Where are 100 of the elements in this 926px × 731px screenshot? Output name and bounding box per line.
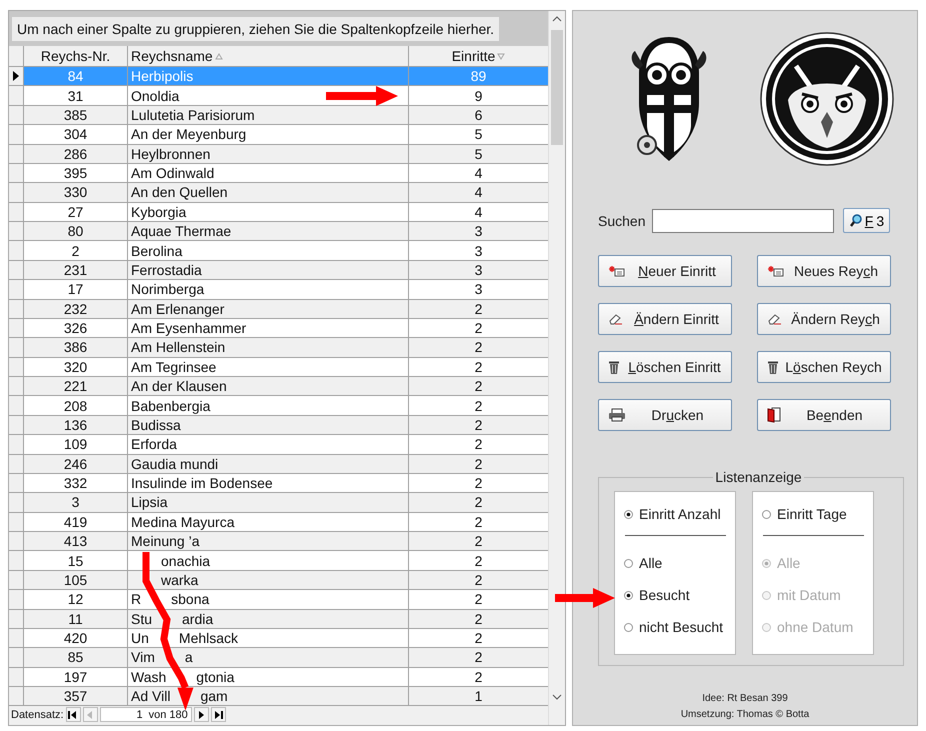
radio-button[interactable]: [624, 558, 633, 568]
record-nav-button[interactable]: [66, 707, 81, 722]
table-cell: 330: [24, 183, 128, 203]
print-button[interactable]: Drucken: [598, 399, 732, 431]
table-cell: 320: [24, 358, 128, 377]
annotation-arrow: [555, 588, 615, 608]
table-cell: 420: [24, 628, 128, 648]
row-selector[interactable]: [9, 67, 24, 86]
table-cell: 386: [24, 338, 128, 358]
table-cell: 11: [24, 610, 128, 629]
table-cell: 109: [24, 435, 128, 454]
table-cell: 304: [24, 125, 128, 144]
table-cell: 136: [24, 416, 128, 436]
table-cell: 2: [409, 318, 548, 338]
table-cell-text: gtonia: [196, 668, 234, 686]
table-cell: 197: [24, 668, 128, 687]
trash-can-icon: [767, 360, 779, 374]
radio-label[interactable]: nicht Besucht: [639, 619, 724, 635]
table-cell: 2: [409, 551, 548, 571]
table-cell: 5: [409, 144, 548, 164]
table-cell: Am Hellenstein: [128, 338, 409, 358]
radio-button[interactable]: [624, 622, 633, 632]
table-cell: 27: [24, 202, 128, 222]
record-nav-button[interactable]: [210, 707, 226, 722]
table-cell-text: onachia: [161, 552, 210, 570]
group-by-hint: Um nach einer Spalte zu gruppieren, ziehen Sie die Spaltenkopfzeile hierher.: [12, 16, 500, 40]
annotation-arrow: [326, 86, 398, 106]
table-cell: Berolina: [128, 241, 409, 261]
table-cell-text: Vim: [131, 648, 155, 666]
table-cell: Norimberga: [128, 280, 409, 300]
new-button[interactable]: Neues Reych: [757, 255, 891, 287]
table-cell: Am Eysenhammer: [128, 318, 409, 338]
table-cell-text: Stu: [131, 610, 152, 628]
table-cell: Lipsia: [128, 493, 409, 513]
record-nav-button[interactable]: [194, 707, 209, 722]
radio-button[interactable]: [624, 510, 633, 518]
new-button[interactable]: Neuer Einritt: [598, 255, 732, 287]
table-cell-text: gam: [200, 687, 228, 706]
eraser-icon: [608, 313, 624, 325]
table-cell-text: ardia: [182, 610, 214, 628]
printer-icon: [608, 408, 626, 422]
table-cell-text: Wash: [131, 668, 166, 686]
radio-label[interactable]: Einritt Anzahl: [639, 506, 721, 522]
edit-button[interactable]: Ändern Einritt: [598, 303, 732, 335]
column-header[interactable]: Reychsname: [128, 46, 409, 67]
table-cell: 357: [24, 687, 128, 706]
new-card-icon: [608, 265, 625, 277]
table-cell: Meinung ’a: [128, 532, 409, 552]
eraser-icon: [767, 313, 783, 325]
table-cell-text: Ad Vill: [131, 687, 170, 706]
table-cell: 12: [24, 590, 128, 610]
table-cell: 85: [24, 648, 128, 668]
radio-label[interactable]: Alle: [639, 555, 662, 571]
table-cell: Budissa: [128, 416, 409, 436]
table-cell: 2: [24, 241, 128, 261]
credit-text: Idee: Rt Besan 399: [702, 693, 788, 704]
table-cell: 2: [409, 358, 548, 377]
delete-button[interactable]: Löschen Reych: [757, 351, 891, 383]
record-total: von 180: [148, 708, 188, 720]
owl-medallion-icon: [758, 30, 896, 168]
table-cell-text: Un: [131, 629, 149, 648]
trash-can-icon: [608, 360, 620, 374]
table-cell: 15: [24, 551, 128, 571]
search-button[interactable]: F 3: [843, 208, 890, 233]
table-cell: 31: [24, 86, 128, 106]
delete-button[interactable]: Löschen Einritt: [598, 351, 732, 383]
table-cell: An der Meyenburg: [128, 125, 409, 144]
record-number-field[interactable]: 1: [100, 708, 143, 720]
door-icon: [767, 407, 781, 423]
table-cell: Herbipolis: [128, 67, 409, 86]
scrollbar-thumb[interactable]: [551, 30, 563, 145]
table-cell: Lulutetia Parisiorum: [128, 106, 409, 126]
table-cell: 326: [24, 318, 128, 338]
search-field[interactable]: [652, 208, 834, 232]
table-cell: 105: [24, 570, 128, 590]
table-cell: 89: [409, 67, 548, 86]
table-cell: 2: [409, 590, 548, 610]
exit-button[interactable]: Beenden: [757, 399, 891, 431]
group-title: Listenanzeige: [714, 469, 803, 485]
table-cell: 2: [409, 512, 548, 532]
edit-button[interactable]: Ändern Reych: [757, 303, 891, 335]
table-cell: 9: [409, 86, 548, 106]
table-cell: 221: [24, 377, 128, 396]
table-cell: An der Klausen: [128, 377, 409, 396]
table-cell: Babenbergia: [128, 396, 409, 416]
radio-label[interactable]: Besucht: [639, 587, 690, 603]
search-label: Suchen: [598, 212, 646, 228]
table-cell: 2: [409, 474, 548, 494]
table-cell: Erforda: [128, 435, 409, 454]
magnifier-icon: [850, 214, 862, 227]
table-cell: 413: [24, 532, 128, 552]
table-cell: Ferrostadia: [128, 260, 409, 280]
column-header[interactable]: Reychs-Nr.: [24, 46, 128, 67]
table-cell: Heylbronnen: [128, 144, 409, 164]
table-cell-text: sbona: [171, 590, 210, 608]
table-cell: 5: [409, 125, 548, 144]
table-cell: Aquae Thermae: [128, 222, 409, 242]
table-cell: Gaudia mundi: [128, 454, 409, 474]
radio-button[interactable]: [624, 590, 633, 600]
table-cell: 3: [24, 493, 128, 513]
